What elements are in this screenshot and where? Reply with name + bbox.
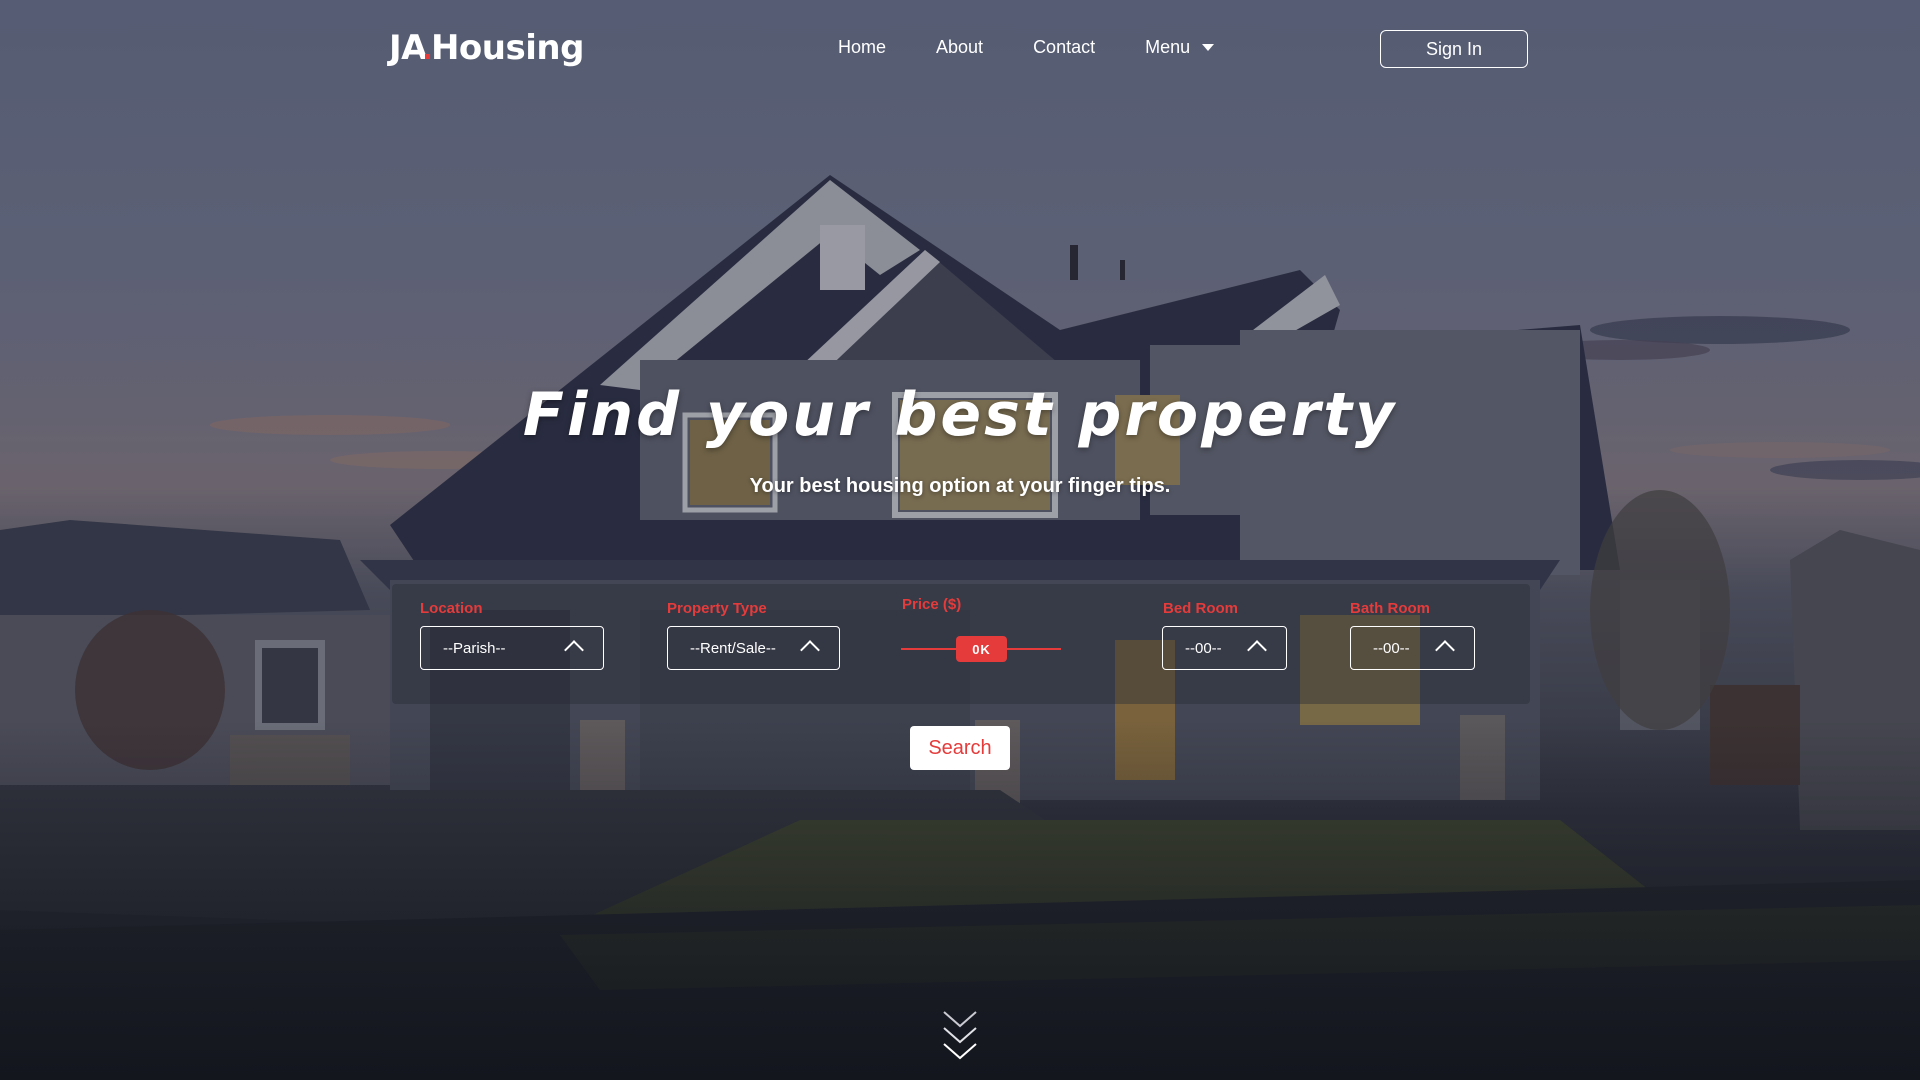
location-label: Location — [420, 600, 483, 617]
chevron-up-icon — [564, 640, 584, 660]
chevron-up-icon — [800, 640, 820, 660]
caret-down-icon — [1202, 44, 1215, 51]
nav-menu-dropdown[interactable]: Menu — [1145, 37, 1215, 58]
hero-title: Find your best property — [522, 380, 1398, 450]
sign-in-button[interactable]: Sign In — [1380, 30, 1528, 68]
bed-room-value: --00-- — [1185, 639, 1222, 657]
main-nav: Home About Contact Menu — [838, 37, 1215, 58]
bath-room-value: --00-- — [1373, 639, 1410, 657]
nav-about[interactable]: About — [936, 37, 983, 58]
bath-room-select[interactable]: --00-- — [1350, 626, 1475, 670]
price-range-thumb[interactable]: 0K — [956, 636, 1007, 662]
brand-suffix: Housing — [430, 28, 584, 68]
property-type-value: --Rent/Sale-- — [690, 639, 776, 657]
location-value: --Parish-- — [443, 639, 506, 657]
bath-room-label: Bath Room — [1350, 600, 1430, 617]
nav-contact[interactable]: Contact — [1033, 37, 1095, 58]
bed-room-select[interactable]: --00-- — [1162, 626, 1287, 670]
price-label: Price ($) — [902, 596, 962, 613]
bed-room-label: Bed Room — [1163, 600, 1238, 617]
nav-menu-label: Menu — [1145, 37, 1191, 57]
location-select[interactable]: --Parish-- — [420, 626, 604, 670]
logo-accent-dot — [424, 54, 430, 59]
chevron-up-icon — [1435, 640, 1455, 660]
hero-background — [0, 0, 1920, 1080]
property-type-select[interactable]: --Rent/Sale-- — [667, 626, 840, 670]
brand-logo[interactable]: JA Housing — [389, 28, 584, 68]
nav-home[interactable]: Home — [838, 37, 886, 58]
chevron-up-icon — [1247, 640, 1267, 660]
search-button[interactable]: Search — [910, 726, 1010, 770]
property-type-label: Property Type — [667, 600, 767, 617]
double-chevron-down-icon[interactable] — [941, 1008, 979, 1064]
brand-prefix: JA — [389, 28, 427, 68]
hero-subtitle: Your best housing option at your finger … — [749, 475, 1171, 497]
